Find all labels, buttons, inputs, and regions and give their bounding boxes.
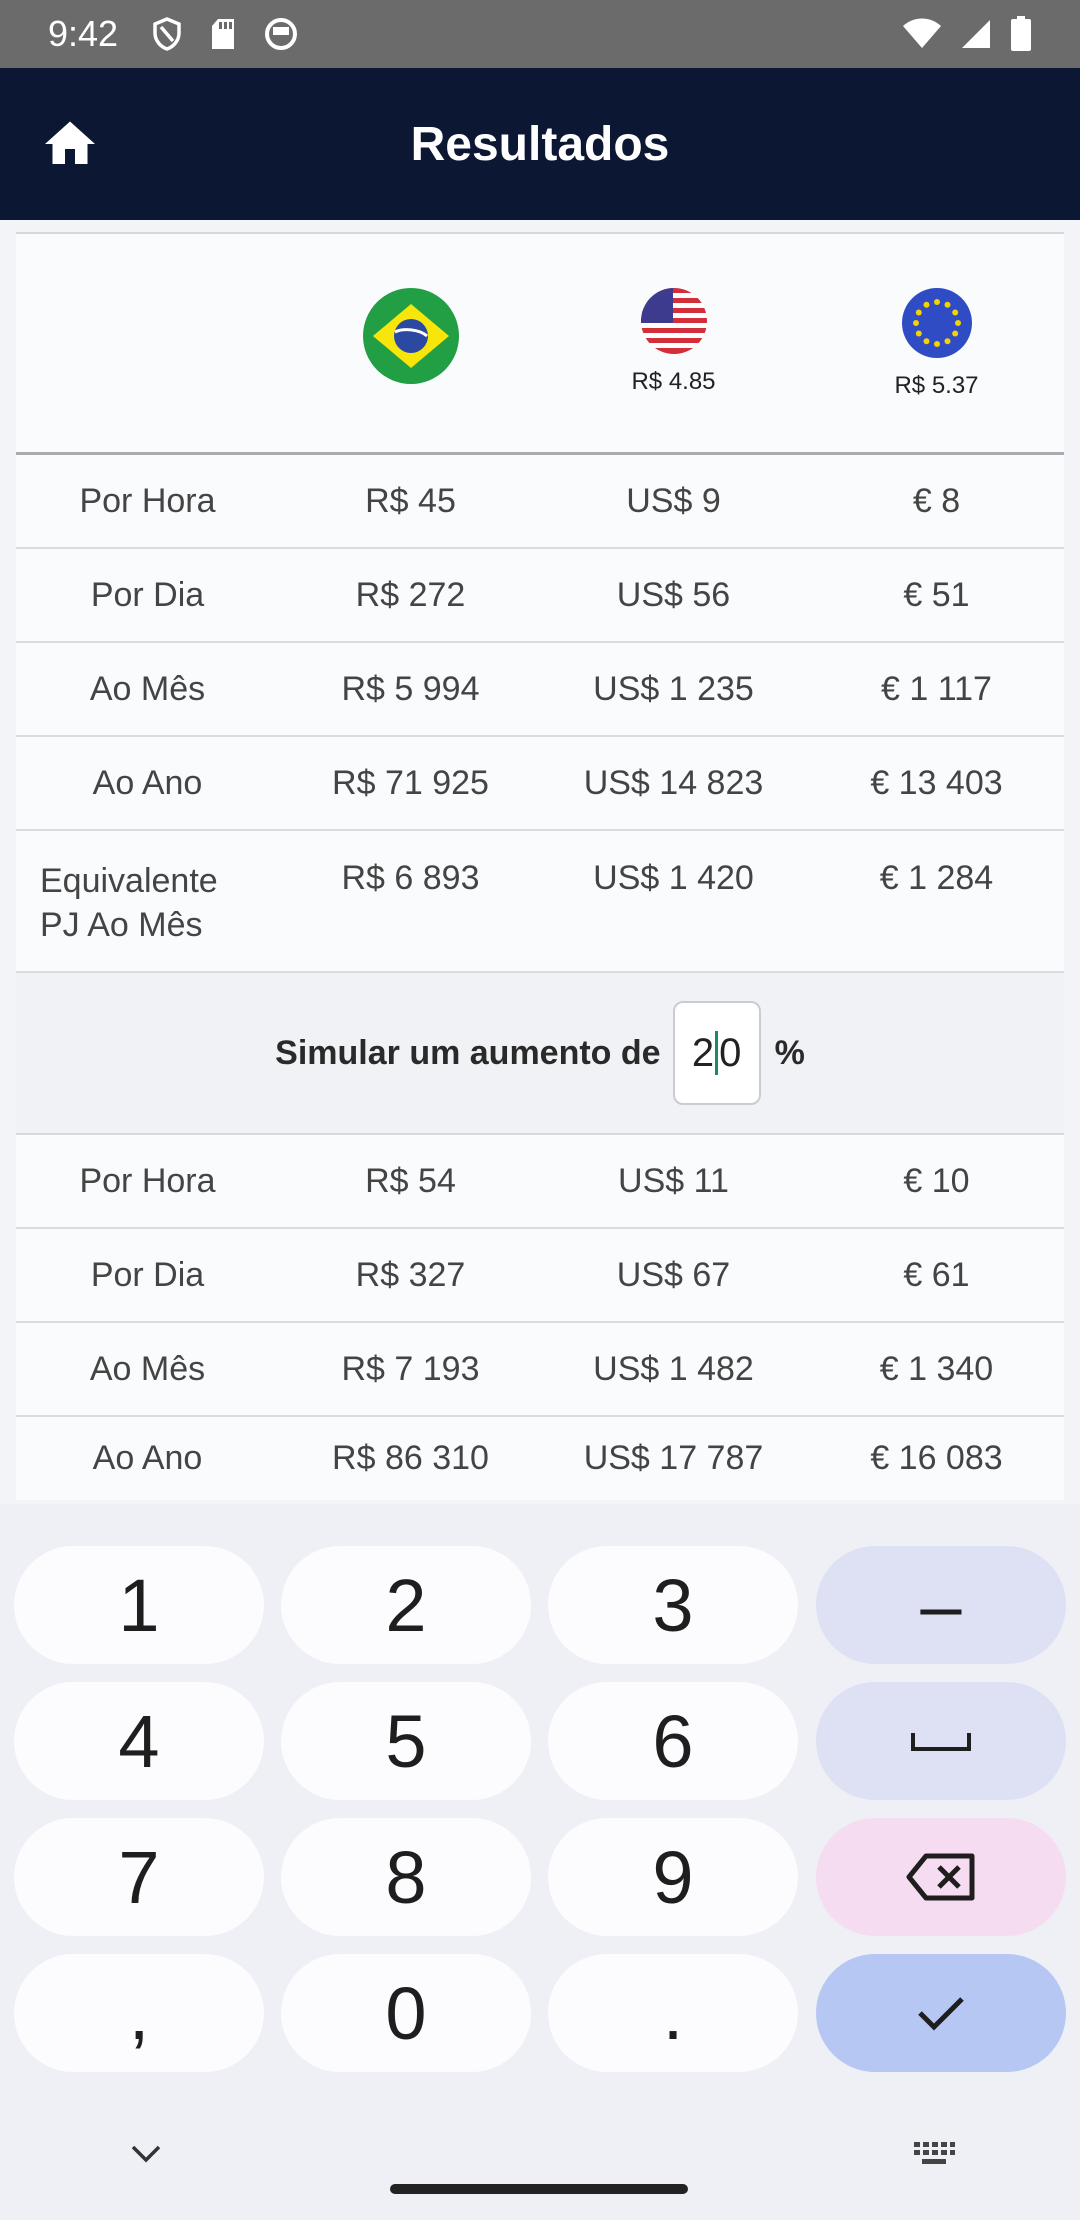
eur-value: € 1 284 — [879, 859, 994, 897]
page-title: Resultados — [410, 117, 670, 171]
simulate-increase-row: Simular um aumento de 20 % — [16, 973, 1064, 1133]
percent-unit: % — [774, 1033, 805, 1072]
eu-flag-icon — [901, 288, 972, 358]
row-label: Por Hora — [79, 1161, 216, 1200]
check-icon — [918, 1997, 964, 2031]
usd-rate: R$ 4.85 — [631, 368, 716, 395]
chevron-down-icon[interactable] — [130, 2144, 162, 2164]
table-row: Por Dia R$ 327 US$ 67 € 61 — [16, 1229, 1064, 1323]
table-row: Por Hora R$ 45 US$ 9 € 8 — [16, 455, 1064, 549]
brl-value: R$ 272 — [355, 575, 466, 614]
brl-value: R$ 86 310 — [332, 1439, 489, 1477]
battery-icon — [1011, 16, 1031, 51]
eur-value: € 13 403 — [870, 763, 1003, 802]
app-status-icon — [265, 18, 298, 50]
brazil-flag-icon — [362, 288, 459, 384]
key-comma[interactable]: , — [14, 1954, 264, 2072]
wifi-icon — [903, 18, 941, 48]
row-label-line1: Equivalente — [40, 862, 218, 900]
row-label: Ao Ano — [92, 763, 203, 802]
row-label: Ao Mês — [89, 1349, 206, 1388]
keyboard-icon[interactable] — [912, 2140, 956, 2170]
table-row: Ao Ano R$ 71 925 US$ 14 823 € 13 403 — [16, 737, 1064, 831]
app-bar: Resultados — [0, 68, 1080, 220]
usd-value: US$ 9 — [626, 481, 721, 520]
gesture-nav-handle[interactable] — [390, 2184, 688, 2194]
row-label: Por Dia — [90, 575, 205, 614]
text-cursor — [715, 1031, 719, 1075]
home-icon — [45, 121, 95, 164]
key-4[interactable]: 4 — [14, 1682, 264, 1800]
key-3[interactable]: 3 — [548, 1546, 798, 1664]
row-label: Equivalente PJ Ao Mês — [16, 831, 279, 971]
eur-value: € 1 117 — [881, 669, 992, 708]
brl-value: R$ 6 893 — [341, 859, 480, 897]
table-row: Por Dia R$ 272 US$ 56 € 51 — [16, 549, 1064, 643]
key-8[interactable]: 8 — [281, 1818, 531, 1936]
sd-card-icon — [212, 19, 235, 49]
key-5[interactable]: 5 — [281, 1682, 531, 1800]
row-label-line2: PJ Ao Mês — [40, 906, 203, 944]
brl-value: R$ 54 — [365, 1161, 456, 1200]
brl-value: R$ 71 925 — [332, 763, 489, 802]
usd-value: US$ 1 482 — [593, 1349, 754, 1388]
eur-value: € 10 — [903, 1161, 970, 1200]
usd-value: US$ 14 823 — [583, 763, 764, 802]
usd-value: US$ 17 787 — [583, 1439, 764, 1477]
currency-header-row: R$ 4.85 R$ 5.37 — [16, 234, 1064, 455]
signal-icon — [962, 20, 990, 48]
row-label: Ao Mês — [89, 669, 206, 708]
row-label: Por Hora — [79, 481, 216, 520]
usd-value: US$ 1 235 — [593, 669, 754, 708]
key-1[interactable]: 1 — [14, 1546, 264, 1664]
table-row: Ao Mês R$ 7 193 US$ 1 482 € 1 340 — [16, 1323, 1064, 1417]
table-row: Por Hora R$ 54 US$ 11 € 10 — [16, 1135, 1064, 1229]
results-panel: R$ 4.85 R$ 5.37 Por Hora R$ 45 US$ 9 € 8… — [16, 232, 1064, 1500]
usd-value: US$ 1 420 — [593, 859, 754, 897]
brl-value: R$ 5 994 — [341, 669, 480, 708]
usd-value: US$ 11 — [618, 1161, 729, 1200]
key-0[interactable]: 0 — [281, 1954, 531, 2072]
usd-value: US$ 56 — [616, 575, 731, 614]
status-bar: 9:42 — [0, 0, 1080, 68]
eur-value: € 16 083 — [870, 1439, 1003, 1477]
eur-value: € 61 — [903, 1255, 970, 1294]
key-period[interactable]: . — [548, 1954, 798, 2072]
brl-value: R$ 7 193 — [341, 1349, 480, 1388]
key-2[interactable]: 2 — [281, 1546, 531, 1664]
key-done[interactable] — [816, 1954, 1066, 2072]
input-value-end: 0 — [719, 1030, 742, 1075]
key-9[interactable]: 9 — [548, 1818, 798, 1936]
table-row: Ao Ano R$ 86 310 US$ 17 787 € 16 083 — [16, 1417, 1064, 1500]
home-button[interactable] — [40, 114, 100, 174]
key-7[interactable]: 7 — [14, 1818, 264, 1936]
row-label: Ao Ano — [92, 1439, 203, 1477]
key-6[interactable]: 6 — [548, 1682, 798, 1800]
eur-value: € 51 — [903, 575, 970, 614]
key-backspace[interactable] — [816, 1818, 1066, 1936]
input-value-start: 2 — [691, 1030, 715, 1075]
brl-value: R$ 327 — [355, 1255, 466, 1294]
space-icon — [911, 1733, 971, 1751]
table-row: Equivalente PJ Ao Mês R$ 6 893 US$ 1 420 … — [16, 831, 1064, 973]
table-row: Ao Mês R$ 5 994 US$ 1 235 € 1 117 — [16, 643, 1064, 737]
status-time: 9:42 — [48, 13, 119, 54]
brl-value: R$ 45 — [365, 481, 456, 520]
backspace-icon — [906, 1853, 975, 1901]
usd-value: US$ 67 — [616, 1255, 731, 1294]
currency-eur: R$ 5.37 — [805, 234, 1068, 452]
eur-value: € 8 — [912, 481, 961, 520]
key-space[interactable] — [816, 1682, 1066, 1800]
usa-flag-icon — [640, 288, 707, 354]
keyboard-bottom-bar — [0, 2110, 1080, 2220]
increase-percent-input[interactable]: 20 — [672, 1001, 761, 1105]
eur-rate: R$ 5.37 — [894, 372, 979, 399]
currency-usd: R$ 4.85 — [542, 234, 805, 452]
eur-value: € 1 340 — [879, 1349, 994, 1388]
row-label: Por Dia — [90, 1255, 205, 1294]
simulate-label: Simular um aumento de — [275, 1033, 661, 1072]
shield-icon — [153, 17, 181, 51]
currency-brl — [279, 234, 542, 452]
key-minus[interactable]: – — [816, 1546, 1066, 1664]
